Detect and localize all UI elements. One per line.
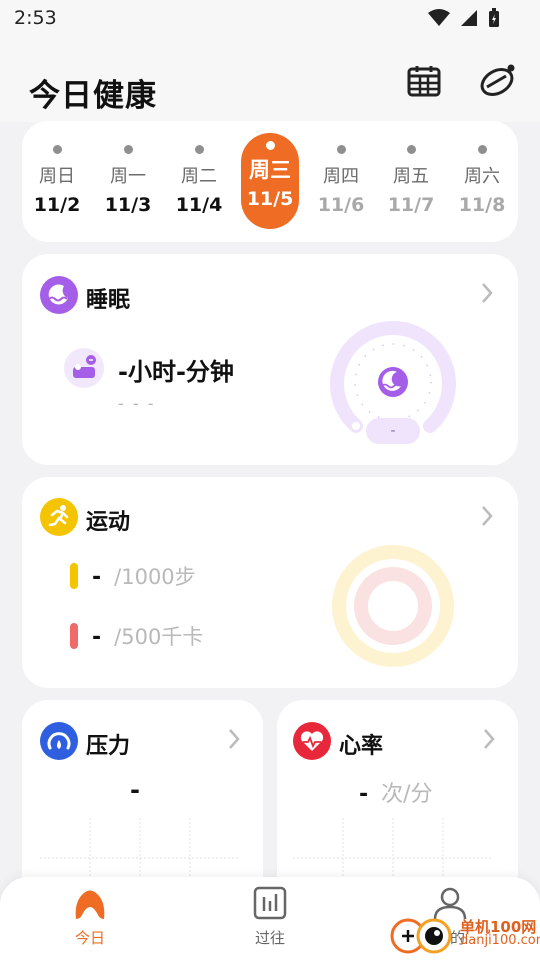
calendar-button[interactable] [407,64,441,102]
day-date: 11/2 [33,194,81,216]
day-date: 11/3 [104,194,152,216]
status-icons [428,8,500,28]
day-date: 11/4 [175,194,223,216]
day-date: 11/6 [317,194,365,216]
calorie-value: - [92,625,102,650]
day-dot [265,141,275,150]
day-monday[interactable]: 周一 11/3 [99,121,157,242]
day-tuesday[interactable]: 周二 11/4 [170,121,228,242]
calorie-indicator [70,623,78,649]
day-weekday: 周三 [249,158,291,182]
heart-unit: 次/分 [381,782,433,807]
calorie-goal: /500千卡 [114,625,204,649]
day-weekday: 周日 [39,166,75,187]
sleep-gauge-badge: - [366,418,420,444]
calendar-icon [407,66,441,97]
tab-today[interactable]: 今日 [50,885,130,948]
moon-icon [40,276,78,314]
day-wednesday-selected[interactable]: 周三 11/5 [241,133,299,229]
heart-title: 心率 [339,734,384,759]
sleep-title: 睡眠 [86,288,131,313]
today-tab-icon [75,890,105,919]
day-dot [194,145,204,154]
device-button[interactable] [478,62,518,102]
bed-icon [64,348,104,388]
day-dot [336,145,346,154]
status-time: 2:53 [14,7,57,29]
day-weekday: 周二 [181,166,217,187]
watermark-logo-icon [390,918,452,954]
day-weekday: 周六 [464,166,500,187]
tab-label: 过往 [254,929,285,947]
stress-title: 压力 [86,734,131,759]
chevron-right-icon [484,729,495,749]
heart-row: - 次/分 [359,776,433,808]
day-saturday[interactable]: 周六 11/8 [453,121,511,242]
heart-rate-card[interactable]: 心率 - 次/分 [277,700,518,900]
calorie-row: - /500千卡 [92,621,203,651]
day-date: 11/7 [387,194,435,216]
steps-row: - /1000步 [92,561,196,591]
chevron-right-icon [482,506,493,526]
heart-icon [293,722,331,760]
steps-goal: /1000步 [114,565,196,589]
steps-indicator [70,563,78,589]
day-weekday: 周一 [110,166,146,187]
day-date: 11/8 [458,194,506,216]
watermark-line2: danji100.com [460,933,540,948]
sport-title: 运动 [86,510,131,535]
day-thursday[interactable]: 周四 11/6 [312,121,370,242]
day-dot [52,145,62,154]
band-device-icon [480,64,515,96]
bar-chart-icon [253,886,287,920]
tab-history[interactable]: 过往 [230,885,310,948]
sleep-card[interactable]: 睡眠 -小时-分钟 - - - - [22,254,518,465]
chevron-right-icon [229,729,240,749]
week-date-strip: 周日 11/2 周一 11/3 周二 11/4 周三 11/5 周四 11/6 … [22,121,518,242]
stress-mini-chart [40,818,240,880]
header: 今日健康 [0,36,540,122]
steps-value: - [92,565,102,590]
day-dot [477,145,487,154]
sport-card[interactable]: 运动 - /1000步 - /500千卡 [22,477,518,688]
day-dot [123,145,133,154]
heart-value: - [359,782,369,807]
day-friday[interactable]: 周五 11/7 [382,121,440,242]
running-icon [40,498,78,536]
signal-icon [461,10,477,26]
sleep-duration: -小时-分钟 [118,358,234,386]
stress-icon [40,722,78,760]
stress-value: - [130,776,140,804]
watermark: 单机100网 danji100.com [390,914,540,954]
watermark-line1: 单机100网 [460,918,537,936]
heart-mini-chart [293,818,493,880]
wifi-icon [428,9,450,26]
day-date: 11/5 [246,188,294,210]
page-title: 今日健康 [29,78,157,114]
battery-icon [489,8,499,27]
activity-rings [332,545,454,667]
day-sunday[interactable]: 周日 11/2 [28,121,86,242]
status-bar: 2:53 [0,0,540,36]
tab-label: 今日 [74,929,105,947]
day-weekday: 周四 [323,166,359,187]
watermark-text: 单机100网 danji100.com [460,920,540,948]
chevron-right-icon [482,283,493,303]
sleep-sub-value: - - - [118,394,156,413]
stress-card[interactable]: 压力 - [22,700,263,900]
day-dot [406,145,416,154]
day-weekday: 周五 [393,166,429,187]
